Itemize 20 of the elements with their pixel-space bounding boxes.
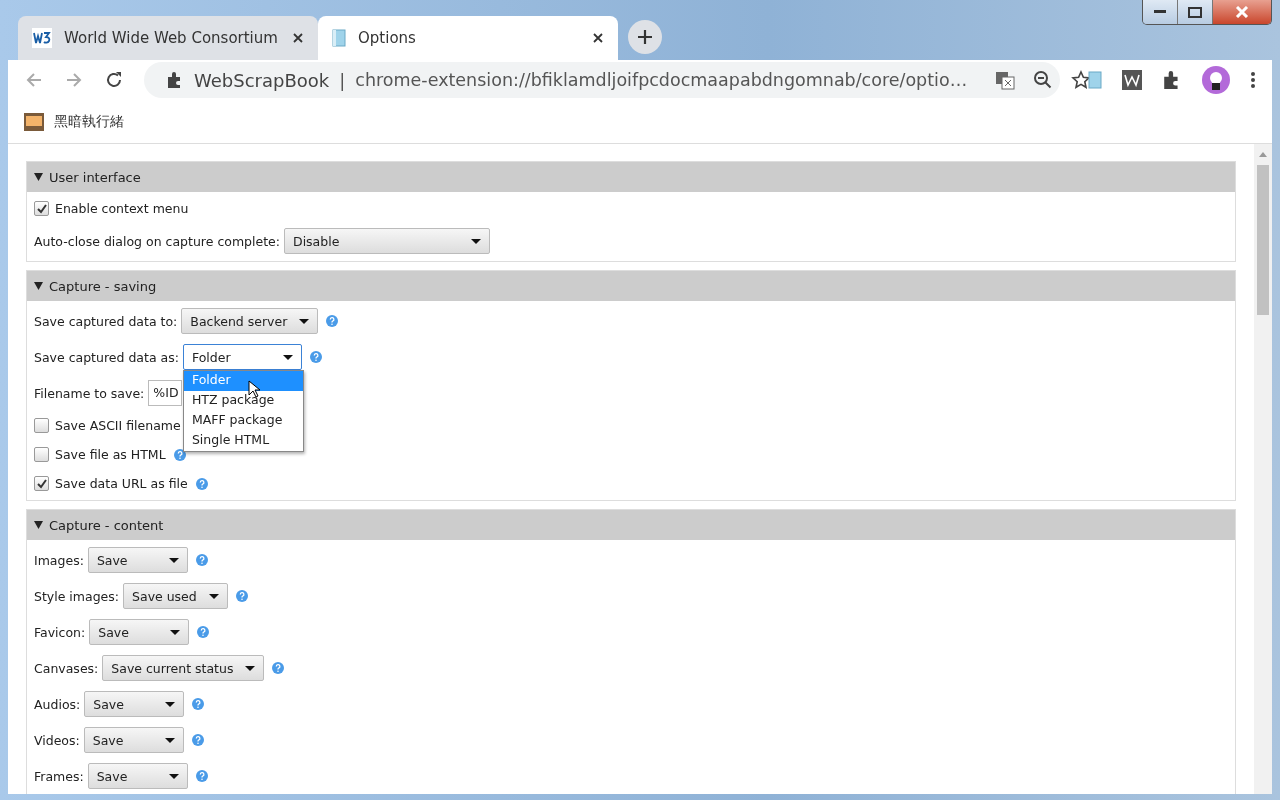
url-text: chrome-extension://bfiklamdljoifpcdocmaapabdngomnab/core/optio… <box>355 70 968 90</box>
checkbox-label: Save file as HTML <box>55 447 166 462</box>
tab-title: World Wide Web Consortium <box>64 29 279 47</box>
field-label: Style images: <box>34 588 120 604</box>
field-label: Filename to save: <box>34 385 145 401</box>
site-name: WebScrapBook <box>194 69 330 91</box>
field-label: Audios: <box>34 696 81 712</box>
field-label: Save captured data as: <box>34 349 179 365</box>
field-label: Canvases: <box>34 660 99 676</box>
checkbox-label: Save data URL as file <box>55 476 188 491</box>
field-label: Images: <box>34 552 84 568</box>
field-label: Videos: <box>34 732 80 748</box>
field-label: Frames: <box>34 768 84 784</box>
field-label: Favicon: <box>34 624 86 640</box>
checkbox-label: Save ASCII filename <box>55 418 181 433</box>
tab-title: Options <box>358 29 417 47</box>
field-label: Save captured data to: <box>34 313 178 329</box>
field-label: Auto-close dialog on capture complete: <box>34 233 280 249</box>
checkbox-label: Enable context menu <box>55 201 189 216</box>
separator-text: | <box>339 69 346 91</box>
